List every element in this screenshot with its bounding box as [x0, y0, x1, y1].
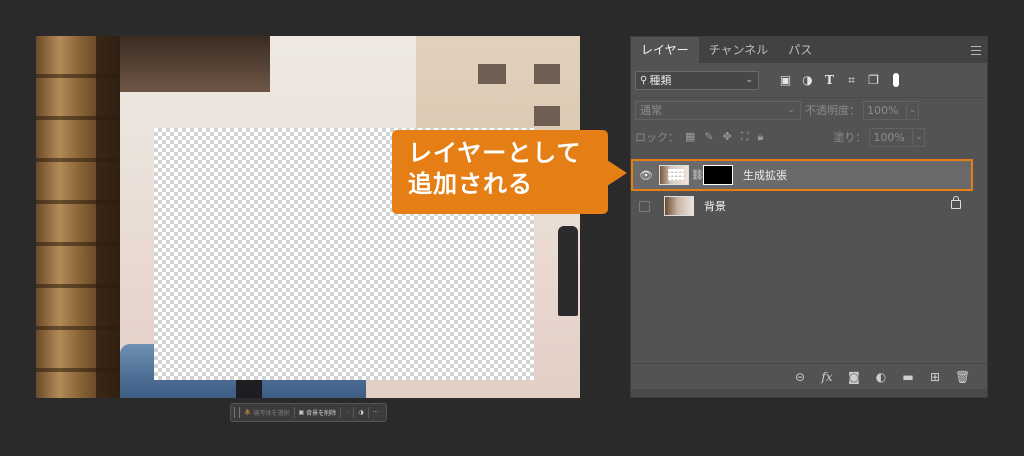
tab-paths[interactable]: パス	[778, 37, 822, 63]
adjustment-button[interactable]: ◑	[354, 404, 367, 421]
layer-name[interactable]: 生成拡張	[743, 167, 787, 183]
callout-box: レイヤーとして 追加される	[392, 130, 608, 214]
blend-row: 通常 ⌄ 不透明度： 100% ⌄	[631, 97, 987, 122]
adjustment-filter-icon[interactable]: ◑	[801, 73, 814, 87]
document-canvas[interactable]	[36, 36, 580, 398]
lock-all-icon[interactable]: 🔒︎	[758, 130, 764, 144]
photo-window	[478, 64, 506, 84]
visibility-toggle[interactable]	[639, 200, 650, 212]
tab-layers[interactable]: レイヤー	[631, 37, 699, 63]
photo-awning	[120, 36, 270, 92]
fill-field[interactable]: 100%	[869, 127, 914, 147]
photo-door-frame	[96, 36, 120, 398]
lock-position-icon[interactable]: ✥	[723, 130, 732, 144]
select-subject-button[interactable]: ⛹ 被写体を選択	[240, 404, 294, 421]
pixel-filter-icon[interactable]: ▣	[779, 73, 792, 87]
person-icon: ⛹	[244, 409, 252, 416]
layer-thumbnail	[664, 196, 694, 216]
blend-mode-label: 通常	[640, 103, 662, 117]
layer-row-generative-expand[interactable]: 👁︎ ⛓ 生成拡張	[631, 159, 973, 191]
panel-scrollbar[interactable]	[631, 389, 987, 397]
photo-window	[534, 106, 560, 126]
lock-icon	[951, 196, 961, 209]
layer-row-background[interactable]: 背景	[631, 191, 973, 221]
group-folder-icon[interactable]: ▬	[901, 370, 915, 384]
layer-mask-thumbnail[interactable]	[703, 165, 733, 185]
chain-link-icon[interactable]: ⛓	[691, 170, 704, 181]
filter-icons: ▣ ◑ T ⌗ ❐	[779, 73, 899, 87]
chevron-down-icon[interactable]: ⌄	[907, 100, 919, 120]
panel-tabs: レイヤー チャンネル パス	[631, 37, 987, 63]
lock-transparent-icon[interactable]: ▦	[685, 130, 695, 144]
select-subject-label: 被写体を選択	[253, 410, 290, 417]
chevron-down-icon: ⌄	[787, 104, 795, 115]
chevron-down-icon: ⌄	[745, 74, 753, 85]
eye-icon[interactable]: 👁︎	[633, 169, 659, 182]
panel-bottom-toolbar: ⊝ fx ◙ ◐ ▬ ⊞ 🗑︎	[631, 363, 987, 389]
blend-mode-select[interactable]: 通常 ⌄	[635, 100, 801, 120]
filter-toggle[interactable]	[893, 73, 899, 87]
photo-pedestrian	[558, 226, 578, 316]
callout-arrow	[607, 160, 627, 186]
trash-icon[interactable]: 🗑︎	[955, 370, 970, 384]
transform-icon: ⟋	[345, 408, 350, 416]
search-icon: ⚲	[640, 74, 648, 86]
opacity-label: 不透明度：	[805, 104, 860, 117]
chevron-down-icon[interactable]: ⌄	[913, 127, 926, 147]
layers-panel: レイヤー チャンネル パス ⚲ 種類 ⌄ ▣ ◑ T ⌗ ❐ 通常 ⌄ 不透明度…	[630, 36, 988, 398]
lock-icons: ▦ ✎ ✥ ⛶ 🔒︎	[685, 130, 763, 144]
tab-channels[interactable]: チャンネル	[699, 37, 779, 63]
add-mask-icon[interactable]: ◙	[847, 370, 861, 384]
opacity-field[interactable]: 100%	[863, 100, 907, 120]
new-layer-icon[interactable]: ⊞	[928, 370, 942, 384]
half-circle-icon: ◑	[358, 409, 364, 416]
transform-button[interactable]: ⟋	[341, 404, 353, 421]
filter-kind-select[interactable]: ⚲ 種類 ⌄	[635, 70, 759, 90]
contextual-taskbar: ⛹ 被写体を選択 ▣ 背景を削除 ⟋ ◑ ···	[230, 403, 387, 422]
lock-row: ロック： ▦ ✎ ✥ ⛶ 🔒︎ 塗り： 100% ⌄	[631, 122, 987, 152]
more-icon: ···	[372, 409, 379, 416]
remove-background-label: 背景を削除	[306, 410, 337, 417]
lock-label: ロック：	[635, 131, 679, 144]
filter-kind-label: 種類	[649, 74, 672, 87]
type-filter-icon[interactable]: T	[823, 73, 836, 87]
callout-line-2: 追加される	[408, 170, 533, 198]
callout-line-1: レイヤーとして	[408, 139, 582, 167]
photo-window	[534, 64, 560, 84]
panel-menu-icon[interactable]	[971, 46, 981, 55]
lock-artboard-icon[interactable]: ⛶	[741, 130, 749, 144]
shape-filter-icon[interactable]: ⌗	[845, 73, 858, 87]
link-layers-icon[interactable]: ⊝	[793, 370, 807, 384]
image-icon: ▣	[298, 409, 305, 416]
smart-object-filter-icon[interactable]: ❐	[867, 73, 880, 87]
more-options-button[interactable]: ···	[369, 404, 383, 421]
layer-thumbnail	[659, 165, 689, 185]
fill-label: 塗り：	[833, 131, 867, 144]
remove-background-button[interactable]: ▣ 背景を削除	[295, 404, 341, 421]
adjustment-icon[interactable]: ◐	[874, 370, 888, 384]
lock-paint-icon[interactable]: ✎	[704, 130, 713, 144]
filter-row: ⚲ 種類 ⌄ ▣ ◑ T ⌗ ❐	[631, 63, 987, 97]
layer-name[interactable]: 背景	[704, 198, 726, 214]
fx-icon[interactable]: fx	[820, 370, 834, 384]
